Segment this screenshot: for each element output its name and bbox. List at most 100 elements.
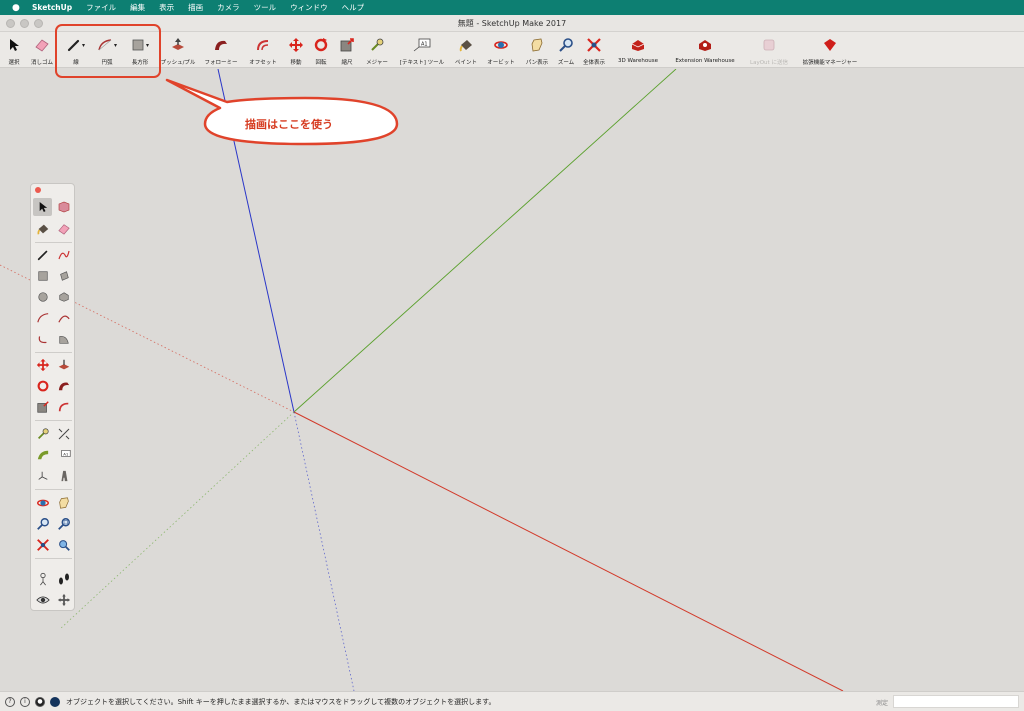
palette-select-button[interactable] xyxy=(33,198,52,216)
menu-edit[interactable]: 編集 xyxy=(130,2,145,13)
extension-warehouse-button[interactable]: Extension Warehouse xyxy=(668,34,742,64)
tape-measure-tool-button[interactable]: メジャー xyxy=(361,34,393,66)
palette-3point-arc-button[interactable] xyxy=(33,330,52,348)
menu-draw[interactable]: 描画 xyxy=(188,2,203,13)
menu-view[interactable]: 表示 xyxy=(159,2,174,13)
measurements-input[interactable] xyxy=(893,695,1019,708)
palette-section-plane-button[interactable] xyxy=(54,591,73,609)
palette-line-button[interactable] xyxy=(33,246,52,264)
eraser-tool-button[interactable]: 消しゴム xyxy=(26,34,58,66)
palette-2point-arc-button[interactable] xyxy=(54,309,73,327)
menu-file[interactable]: ファイル xyxy=(86,2,116,13)
zoom-tool-button[interactable]: ズーム xyxy=(554,34,578,66)
palette-pan-button[interactable] xyxy=(54,494,73,512)
apple-icon[interactable]: ● xyxy=(12,3,22,13)
orbit-tool-button[interactable]: オービット xyxy=(484,34,518,66)
palette-polygon-button[interactable] xyxy=(54,288,73,306)
palette-axes-button[interactable] xyxy=(33,467,52,485)
rotated-rectangle-icon xyxy=(59,271,69,281)
drawing-tools-highlight xyxy=(55,24,161,78)
offset-tool-button[interactable]: オフセット xyxy=(244,34,282,66)
pan-hand-icon xyxy=(58,497,69,509)
zoom-extents-icon xyxy=(587,38,601,52)
tape-measure-icon xyxy=(37,428,49,439)
palette-zoom-extents-button[interactable] xyxy=(33,536,52,554)
palette-zoom-window-button[interactable] xyxy=(54,515,73,533)
palette-walk-button[interactable] xyxy=(54,570,73,588)
scale-tool-button[interactable]: 縮尺 xyxy=(336,34,358,66)
axes-icon xyxy=(37,471,47,480)
palette-text-button[interactable]: A1 xyxy=(54,446,73,464)
palette-move-button[interactable] xyxy=(33,356,52,374)
rotate-tool-button[interactable]: 回転 xyxy=(310,34,332,66)
palette-eraser-button[interactable] xyxy=(54,220,73,238)
text-tool-icon: A1 xyxy=(413,38,431,52)
palette-look-around-button[interactable] xyxy=(33,591,52,609)
menu-camera[interactable]: カメラ xyxy=(217,2,240,13)
menu-tools[interactable]: ツール xyxy=(254,2,277,13)
menu-window[interactable]: ウィンドウ xyxy=(290,2,328,13)
select-tool-button[interactable]: 選択 xyxy=(4,34,24,66)
move-tool-button[interactable]: 移動 xyxy=(285,34,307,66)
palette-rotate-button[interactable] xyxy=(33,377,52,395)
palette-offset-button[interactable] xyxy=(54,398,73,416)
dimension-icon xyxy=(58,428,69,440)
palette-dimension-button[interactable] xyxy=(54,425,73,443)
user-account-icon[interactable]: ● xyxy=(35,696,45,707)
palette-freehand-button[interactable] xyxy=(54,246,73,264)
3d-warehouse-label: 3D Warehouse xyxy=(617,58,659,64)
footprints-icon xyxy=(58,573,69,585)
drawing-canvas[interactable] xyxy=(0,69,1024,691)
info-icon[interactable]: i xyxy=(20,696,30,707)
extension-manager-button[interactable]: 拡張機能マネージャー xyxy=(796,34,864,66)
palette-scale-button[interactable] xyxy=(33,398,52,416)
pan-tool-label: パン表示 xyxy=(525,60,549,66)
pan-tool-button[interactable]: パン表示 xyxy=(522,34,552,66)
palette-rectangle-button[interactable] xyxy=(33,267,52,285)
palette-zoom-button[interactable] xyxy=(33,515,52,533)
paint-bucket-tool-label: ペイント xyxy=(454,60,477,66)
tape-measure-icon xyxy=(371,38,384,51)
red-axis-line xyxy=(293,411,844,691)
pushpull-tool-button[interactable]: プッシュ/プル xyxy=(158,34,198,66)
callout-text: 描画はここを使う xyxy=(245,118,333,131)
zoom-extents-tool-button[interactable]: 全体表示 xyxy=(580,34,608,66)
palette-circle-button[interactable] xyxy=(33,288,52,306)
palette-3d-text-button[interactable] xyxy=(54,467,73,485)
menu-app-name[interactable]: SketchUp xyxy=(32,3,72,12)
status-bar: ? i ● オブジェクトを選択してください。Shift キーを押したまま選択する… xyxy=(0,691,1024,711)
previous-view-icon xyxy=(58,540,70,551)
palette-orbit-button[interactable] xyxy=(33,494,52,512)
paint-bucket-tool-button[interactable]: ペイント xyxy=(451,34,481,66)
select-tool-label: 選択 xyxy=(8,60,20,66)
palette-component-button[interactable] xyxy=(54,198,73,216)
palette-previous-view-button[interactable] xyxy=(54,536,73,554)
3d-warehouse-button[interactable]: 3D Warehouse xyxy=(612,34,664,64)
zoom-extents-icon xyxy=(36,539,49,551)
pie-icon xyxy=(58,336,69,344)
orbit-icon xyxy=(494,41,508,49)
palette-paint-button[interactable] xyxy=(33,220,52,238)
palette-rotated-rectangle-button[interactable] xyxy=(54,267,73,285)
palette-pushpull-button[interactable] xyxy=(54,356,73,374)
callout-bubble xyxy=(165,78,399,146)
palette-pie-button[interactable] xyxy=(54,330,73,348)
palette-protractor-button[interactable] xyxy=(33,446,52,464)
component-icon xyxy=(58,201,69,213)
text-tool-button[interactable]: A1 [テキスト] ツール xyxy=(395,34,449,66)
menu-help[interactable]: ヘルプ xyxy=(342,2,365,13)
palette-tape-button[interactable] xyxy=(33,425,52,443)
geo-location-icon[interactable]: ? xyxy=(5,696,15,707)
eraser-tool-label: 消しゴム xyxy=(30,60,53,66)
instructor-icon[interactable] xyxy=(50,696,60,707)
palette-followme-button[interactable] xyxy=(54,377,73,395)
offset-icon xyxy=(257,40,269,51)
zoom-window-icon xyxy=(57,518,70,530)
palette-position-camera-button[interactable] xyxy=(33,570,52,588)
followme-tool-button[interactable]: フォローミー xyxy=(200,34,242,66)
paint-bucket-icon xyxy=(459,40,472,52)
palette-arc-button[interactable] xyxy=(33,309,52,327)
polygon-icon xyxy=(58,292,69,302)
push-pull-icon xyxy=(172,38,184,50)
palette-close-button[interactable] xyxy=(35,187,41,193)
